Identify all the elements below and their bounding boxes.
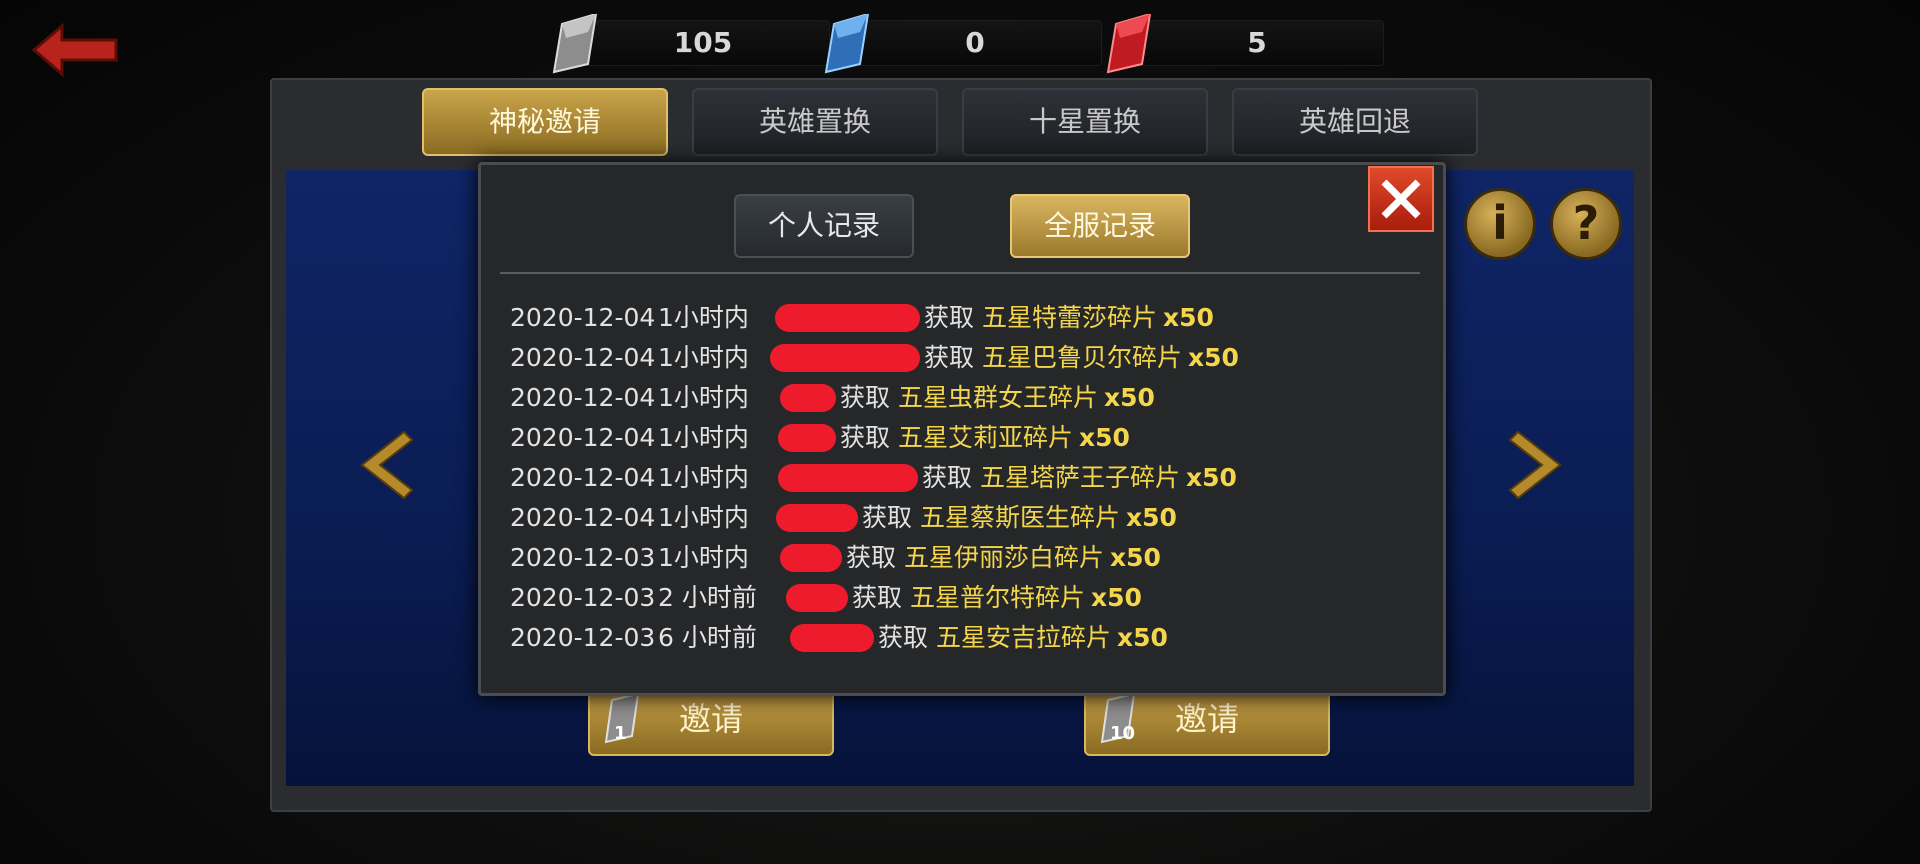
record-quantity: x50 [1163, 303, 1214, 332]
record-action-verb: 获取 [924, 303, 975, 332]
record-item: 五星巴鲁贝尔碎片 [982, 343, 1183, 372]
tab-hero-swap[interactable]: 英雄置换 [692, 88, 938, 156]
record-action-verb: 获取 [862, 503, 913, 532]
record-action: 获取 五星塔萨王子碎片 x50 [922, 460, 1237, 496]
help-icon: ? [1572, 196, 1600, 250]
record-action: 获取 五星艾莉亚碎片 x50 [840, 420, 1130, 456]
record-item: 五星伊丽莎白碎片 [904, 543, 1105, 572]
record-quantity: x50 [1091, 583, 1142, 612]
record-time: 6 小时前 [658, 623, 757, 652]
redacted-player-name: 玩家名称 [770, 344, 920, 372]
back-arrow-icon[interactable] [32, 22, 120, 78]
record-date: 2020-12-04 [510, 343, 656, 372]
record-item: 五星蔡斯医生碎片 [920, 503, 1121, 532]
record-action-verb: 获取 [922, 463, 973, 492]
record-time: 1小时内 [658, 503, 749, 532]
record-time: 1小时内 [658, 423, 749, 452]
record-time: 2 小时前 [658, 583, 757, 612]
tab-server-record[interactable]: 全服记录 [1010, 194, 1190, 258]
currency-value: 105 [673, 26, 733, 59]
record-action: 获取 五星伊丽莎白碎片 x50 [846, 540, 1161, 576]
record-quantity: x50 [1104, 383, 1155, 412]
record-item: 五星普尔特碎片 [910, 583, 1086, 612]
record-quantity: x50 [1117, 623, 1168, 652]
tab-mystery-invite[interactable]: 神秘邀请 [422, 88, 668, 156]
redacted-player-name: 玩家名 [776, 504, 858, 532]
record-quantity: x50 [1188, 343, 1239, 372]
record-action: 获取 五星虫群女王碎片 x50 [840, 380, 1155, 416]
record-item: 五星安吉拉碎片 [936, 623, 1112, 652]
record-action: 获取 五星蔡斯医生碎片 x50 [862, 500, 1177, 536]
record-action-verb: 获取 [846, 543, 897, 572]
record-quantity: x50 [1186, 463, 1237, 492]
tab-ten-star-swap[interactable]: 十星置换 [962, 88, 1208, 156]
record-time: 1小时内 [658, 303, 749, 332]
next-arrow-icon[interactable] [1508, 430, 1568, 500]
redacted-player-name: 玩家 [786, 584, 848, 612]
tab-personal-record[interactable]: 个人记录 [734, 194, 914, 258]
ticket-count: 1 [614, 723, 627, 744]
ticket-count: 10 [1110, 723, 1136, 744]
record-action-verb: 获取 [840, 383, 891, 412]
previous-arrow-icon[interactable] [354, 430, 414, 500]
record-time: 1小时内 [658, 383, 749, 412]
invite-label: 邀请 [678, 700, 743, 738]
record-action: 获取 五星巴鲁贝尔碎片 x50 [924, 340, 1239, 376]
redacted-player-name: 玩家 [780, 544, 842, 572]
record-time: 1小时内 [658, 463, 749, 492]
redacted-player-name: 玩家 [790, 624, 874, 652]
redacted-player-name: 玩家名称 [775, 304, 920, 332]
record-date: 2020-12-04 [510, 463, 656, 492]
modal-divider [500, 272, 1420, 274]
record-date: 2020-12-03 [510, 543, 656, 572]
record-item: 五星塔萨王子碎片 [980, 463, 1181, 492]
record-action: 获取 五星特蕾莎碎片 x50 [924, 300, 1214, 336]
invite-label: 邀请 [1174, 700, 1239, 738]
record-action-verb: 获取 [852, 583, 903, 612]
record-action: 获取 五星普尔特碎片 x50 [852, 580, 1142, 616]
currency-value: 0 [965, 26, 985, 59]
record-item: 五星艾莉亚碎片 [898, 423, 1074, 452]
record-date: 2020-12-04 [510, 503, 656, 532]
record-date: 2020-12-04 [510, 383, 656, 412]
record-time: 1小时内 [658, 543, 749, 572]
record-item: 五星特蕾莎碎片 [982, 303, 1158, 332]
record-date: 2020-12-03 [510, 583, 656, 612]
record-action-verb: 获取 [840, 423, 891, 452]
redacted-player-name: 玩家名称 [778, 464, 918, 492]
record-action-verb: 获取 [878, 623, 929, 652]
redacted-player-name: 玩家 [780, 384, 836, 412]
record-action-verb: 获取 [924, 343, 975, 372]
record-quantity: x50 [1079, 423, 1130, 452]
record-action: 获取 五星安吉拉碎片 x50 [878, 620, 1168, 656]
help-button[interactable]: ? [1550, 188, 1622, 260]
close-icon [1381, 179, 1421, 219]
record-quantity: x50 [1110, 543, 1161, 572]
record-date: 2020-12-03 [510, 623, 656, 652]
record-time: 1小时内 [658, 343, 749, 372]
record-quantity: x50 [1126, 503, 1177, 532]
record-item: 五星虫群女王碎片 [898, 383, 1099, 412]
redacted-player-name: 玩家 [778, 424, 836, 452]
tab-hero-revert[interactable]: 英雄回退 [1232, 88, 1478, 156]
info-icon: i [1492, 196, 1508, 250]
currency-value: 5 [1247, 26, 1267, 59]
record-date: 2020-12-04 [510, 303, 656, 332]
info-button[interactable]: i [1464, 188, 1536, 260]
record-date: 2020-12-04 [510, 423, 656, 452]
close-button[interactable] [1368, 166, 1434, 232]
